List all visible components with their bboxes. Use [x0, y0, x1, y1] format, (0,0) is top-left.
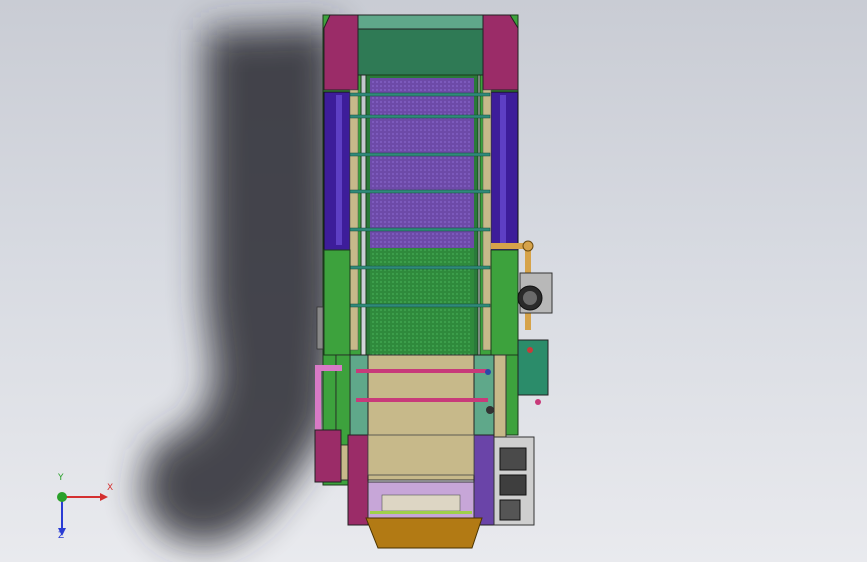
machine-model[interactable] [0, 0, 867, 562]
control-box[interactable] [517, 339, 549, 396]
right-inner-rail [482, 89, 492, 351]
y-axis-point [57, 492, 67, 502]
belt-cross-bar [349, 265, 491, 270]
belt-cross-bar [349, 303, 491, 308]
control-box-foot [535, 399, 541, 405]
bottom-green-rod [370, 511, 472, 514]
belt-cross-bar [349, 114, 491, 119]
left-inner-rail [349, 89, 359, 351]
control-box-indicator [527, 347, 533, 353]
right-purple-strip [500, 95, 506, 245]
lower-left-frame[interactable] [323, 249, 351, 356]
top-left-magenta-panel[interactable] [323, 14, 359, 91]
orange-pipe-elbow [522, 240, 534, 252]
gearbox-base[interactable] [499, 499, 521, 521]
left-purple-strip [336, 95, 342, 245]
right-fitting-2 [486, 406, 494, 414]
left-valve[interactable] [316, 306, 324, 350]
x-axis-arrow [100, 493, 108, 501]
z-axis-label: Z [58, 531, 65, 541]
lower-left-teal[interactable] [349, 354, 369, 436]
lower-pink-bar-2 [356, 398, 488, 402]
belt-cross-bar [349, 152, 491, 157]
belt-cross-bar [349, 227, 491, 232]
top-hood[interactable] [357, 28, 484, 76]
lower-pink-bar-1 [356, 369, 488, 373]
bottom-inner-opening [381, 494, 461, 512]
motor-fan [523, 291, 537, 305]
bottom-left-magenta[interactable] [347, 434, 369, 526]
discharge-hopper[interactable] [365, 517, 483, 549]
top-right-magenta-panel[interactable] [482, 14, 519, 91]
bottom-center-khaki [367, 434, 475, 476]
lower-right-frame[interactable] [490, 249, 519, 356]
orientation-triad: X Y Z [50, 473, 114, 544]
x-axis-label: X [107, 483, 114, 493]
lower-right-teal[interactable] [473, 354, 495, 436]
left-pump-box[interactable] [314, 429, 342, 483]
right-fitting-1 [485, 369, 491, 375]
belt-cross-bar [349, 189, 491, 194]
gearbox-motor-2[interactable] [499, 474, 527, 496]
bottom-right-purple[interactable] [473, 434, 495, 526]
gearbox-motor-1[interactable] [499, 447, 527, 471]
belt-cross-bar [349, 92, 491, 97]
cad-viewport[interactable]: X Y Z [0, 0, 867, 562]
y-axis-label: Y [58, 473, 64, 483]
top-cover[interactable] [357, 14, 484, 30]
